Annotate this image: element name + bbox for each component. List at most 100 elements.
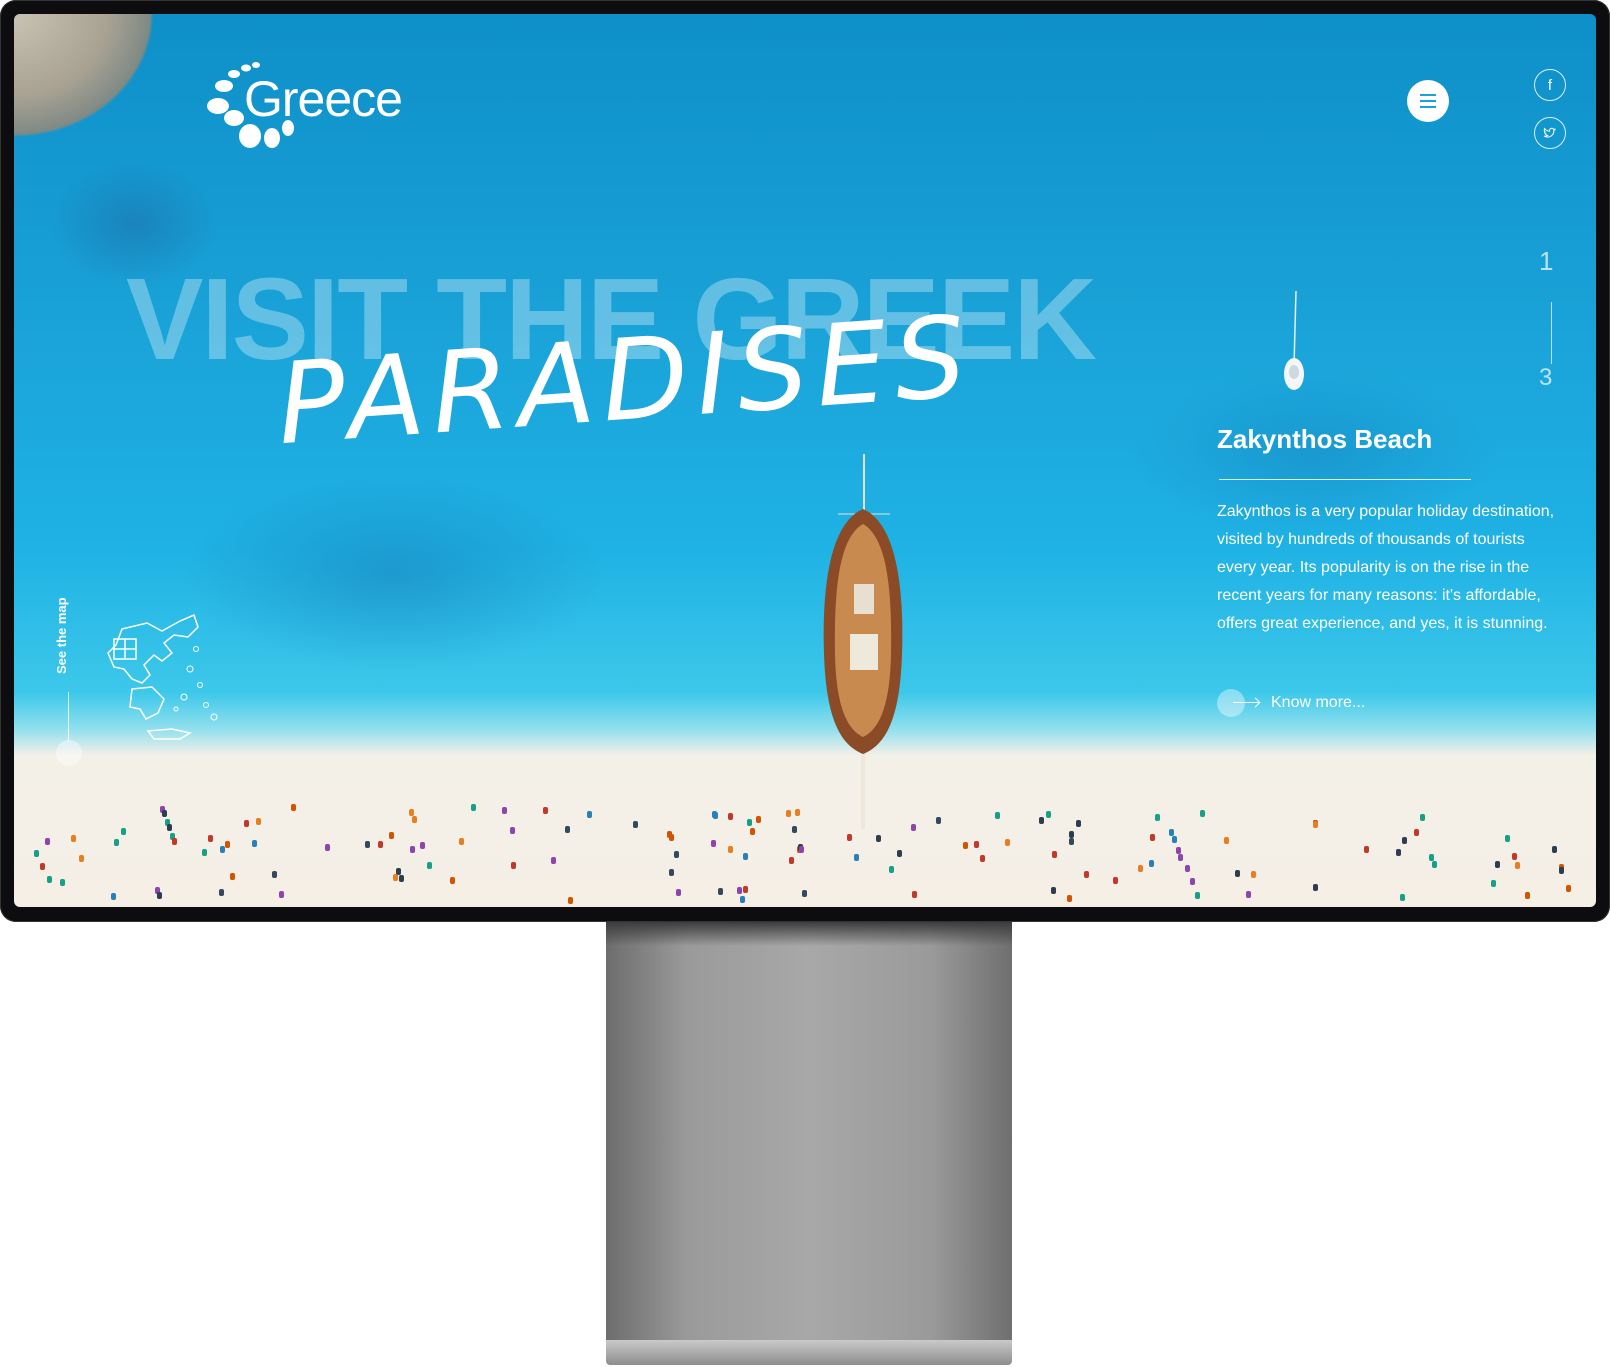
ship-image	[823, 454, 903, 829]
beach-person	[1069, 831, 1074, 838]
beach-person	[1169, 829, 1174, 836]
beach-person	[786, 810, 791, 817]
map-link-button[interactable]	[56, 740, 82, 766]
sailboat-image	[1284, 290, 1304, 390]
beach-person	[740, 896, 745, 903]
beach-person	[897, 850, 902, 857]
beach-person	[711, 840, 716, 847]
beach-person	[1512, 853, 1517, 860]
beach-person	[728, 813, 733, 820]
beach-person	[1491, 880, 1496, 887]
beach-person	[389, 832, 394, 839]
beach-person	[799, 846, 804, 853]
beach-person	[1155, 814, 1160, 821]
beach-person	[912, 891, 917, 898]
beach-person	[795, 809, 800, 816]
beach-person	[325, 844, 330, 851]
beach-person	[114, 839, 119, 846]
greece-map-icon[interactable]	[102, 609, 232, 749]
beach-person	[1552, 846, 1557, 853]
beach-person	[410, 846, 415, 853]
destination-title: Zakynthos Beach	[1217, 424, 1433, 454]
beach-person	[34, 850, 39, 857]
beach-person	[565, 826, 570, 833]
beach-person	[633, 821, 638, 828]
see-the-map-label[interactable]: See the map	[54, 597, 69, 674]
beach-person	[1051, 887, 1056, 894]
monitor-stand-foot	[606, 1340, 1012, 1365]
beach-person	[291, 804, 296, 811]
beach-person	[854, 854, 859, 861]
beach-person	[1138, 865, 1143, 872]
beach-person	[1190, 878, 1195, 885]
beach-person	[1235, 870, 1240, 877]
slide-progress-line	[1551, 302, 1552, 364]
beach-person	[1150, 834, 1155, 841]
beach-person	[1172, 836, 1177, 843]
beach-person	[220, 846, 225, 853]
beach-person	[995, 812, 1000, 819]
beach-person	[876, 835, 881, 842]
beach-person	[60, 879, 65, 886]
beach-person	[1149, 860, 1154, 867]
beach-person	[936, 817, 941, 824]
beach-person	[674, 851, 679, 858]
beach-person	[980, 855, 985, 862]
monitor-stand	[606, 922, 1012, 1342]
beach-person	[256, 818, 261, 825]
beach-person	[409, 809, 414, 816]
beach-person	[1246, 891, 1251, 898]
beach-person	[1402, 837, 1407, 844]
beach-person	[743, 853, 748, 860]
beach-person	[712, 811, 717, 818]
beach-person	[502, 807, 507, 814]
beach-person	[45, 838, 50, 845]
site-logo[interactable]: Greece	[204, 56, 424, 156]
beach-person	[121, 828, 126, 835]
beach-person	[802, 890, 807, 897]
beach-person	[718, 888, 723, 895]
twitter-bird-icon	[1543, 127, 1556, 138]
website-screen: Greece f VISIT THE GREEK PARADISES 1 3 S…	[14, 14, 1596, 907]
beach-person	[1432, 861, 1437, 868]
beach-person	[1559, 867, 1564, 874]
beach-person	[1067, 895, 1072, 902]
beach-person	[1076, 820, 1081, 827]
menu-button[interactable]	[1407, 80, 1449, 122]
beach-person	[420, 842, 425, 849]
slide-current: 1	[1539, 246, 1554, 276]
beach-person	[1251, 871, 1256, 878]
beach-person	[728, 846, 733, 853]
beach-person	[1113, 877, 1118, 884]
beach-person	[568, 897, 573, 904]
beach-person	[1420, 814, 1425, 821]
beach-person	[225, 841, 230, 848]
beach-person	[393, 874, 398, 881]
know-more-circle	[1217, 689, 1259, 717]
beach-person	[244, 820, 249, 827]
facebook-icon[interactable]: f	[1534, 69, 1566, 101]
beach-person	[378, 841, 383, 848]
know-more-label: Know more...	[1271, 694, 1366, 711]
beach-person	[399, 875, 404, 882]
beach-person	[743, 886, 748, 893]
beach-person	[1084, 871, 1089, 878]
beach-person	[162, 810, 167, 817]
beach-person	[450, 877, 455, 884]
beach-person	[1515, 862, 1520, 869]
beach-person	[272, 871, 277, 878]
beach-person	[1039, 817, 1044, 824]
title-divider	[1219, 479, 1471, 480]
destination-description: Zakynthos is a very popular holiday dest…	[1217, 503, 1555, 632]
cliff-image	[14, 14, 184, 164]
slide-total: 3	[1539, 364, 1553, 391]
beach-person	[974, 841, 979, 848]
beach-person	[1396, 849, 1401, 856]
beach-person	[669, 834, 674, 841]
twitter-icon[interactable]	[1534, 117, 1566, 149]
know-more-link[interactable]: Know more...	[1217, 689, 1365, 717]
beach-person	[847, 834, 852, 841]
beach-person	[789, 857, 794, 864]
beach-person	[1185, 865, 1190, 872]
beach-person	[1429, 854, 1434, 861]
